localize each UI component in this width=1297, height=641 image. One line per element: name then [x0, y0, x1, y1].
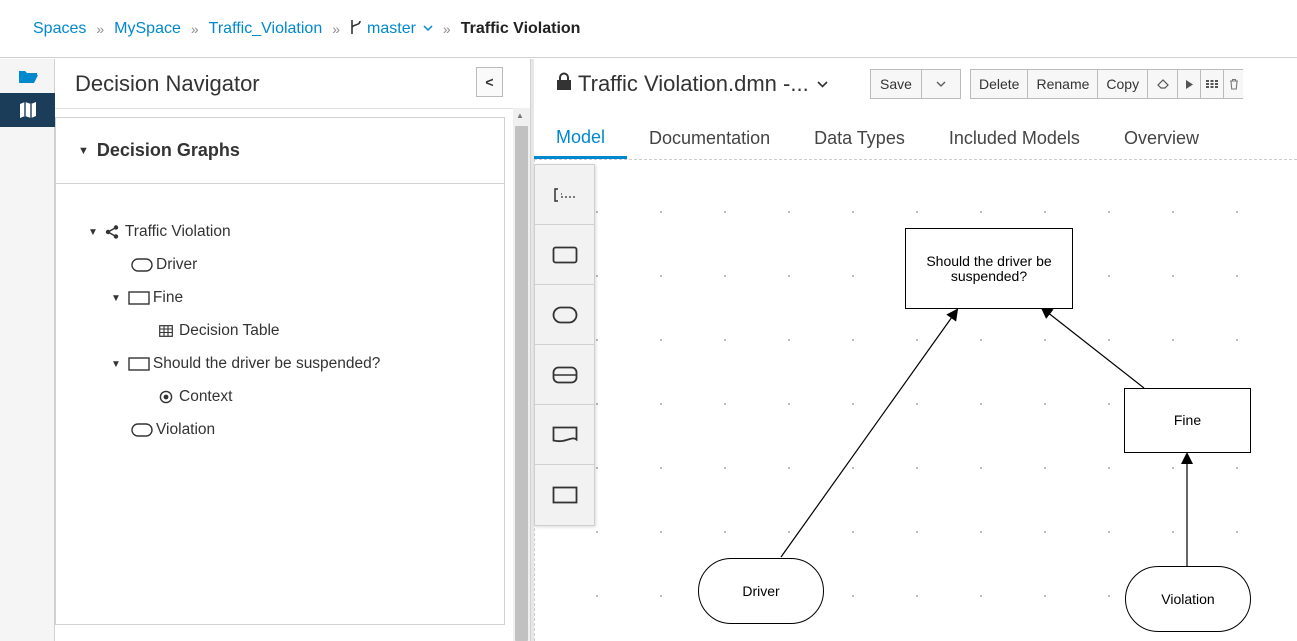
diagram-node-suspended[interactable]: Should the driver be suspended?	[905, 228, 1073, 309]
folder-icon[interactable]	[0, 59, 55, 93]
caret-down-icon[interactable]: ▼	[88, 227, 98, 238]
editor-toolbar: Save Delete Rename Copy	[870, 69, 1244, 99]
breadcrumb-separator: »	[96, 20, 105, 37]
input-data-icon	[131, 258, 153, 272]
rename-button[interactable]: Rename	[1027, 69, 1099, 99]
diagram-node-fine[interactable]: Fine	[1124, 388, 1251, 453]
grid-icon[interactable]	[1200, 69, 1225, 99]
decision-icon	[128, 291, 150, 305]
save-options-dropdown[interactable]	[921, 69, 961, 99]
diagram-node-driver[interactable]: Driver	[698, 558, 824, 624]
diagram-canvas[interactable]: Should the driver be suspended? Fine Dri…	[534, 159, 1297, 641]
text-annotation-tool[interactable]	[535, 165, 594, 225]
left-rail	[0, 59, 55, 641]
table-icon	[159, 325, 173, 337]
play-icon[interactable]	[1177, 69, 1202, 99]
tree-item-suspended[interactable]: ▼ Should the driver be suspended?	[111, 354, 380, 374]
decision-icon	[128, 357, 150, 371]
file-title-text: Traffic Violation.dmn -...	[578, 71, 809, 96]
caret-down-icon[interactable]: ▼	[111, 359, 121, 370]
decision-graphs-header[interactable]: ▼ Decision Graphs	[56, 118, 504, 184]
tree-label: Decision Table	[179, 322, 280, 339]
share-icon	[105, 225, 119, 239]
map-icon[interactable]	[0, 93, 55, 127]
shape-palette	[534, 164, 595, 526]
tab-model[interactable]: Model	[534, 109, 628, 159]
knowledge-source-icon	[552, 426, 577, 442]
chevron-down-icon[interactable]	[817, 77, 828, 91]
breadcrumb-spaces[interactable]: Spaces	[33, 20, 86, 38]
edge-fine-to-suspended	[1040, 306, 1145, 389]
trash-icon[interactable]	[1223, 69, 1244, 99]
tree-item-context[interactable]: Context	[159, 387, 232, 407]
breadcrumb-current: Traffic Violation	[460, 19, 581, 37]
delete-button[interactable]: Delete	[970, 69, 1029, 99]
eraser-icon[interactable]	[1147, 69, 1179, 99]
breadcrumb: Spaces » MySpace » Traffic_Violation » m…	[0, 0, 1297, 58]
branch-icon	[350, 19, 362, 39]
tab-documentation[interactable]: Documentation	[627, 109, 792, 159]
tree-label: Context	[179, 388, 233, 405]
knowledge-tool[interactable]	[535, 405, 594, 465]
scrollbar-thumb[interactable]	[515, 126, 528, 641]
breadcrumb-separator: »	[190, 20, 199, 37]
tree-item-fine[interactable]: ▼ Fine	[111, 288, 183, 308]
breadcrumb-project[interactable]: Traffic_Violation	[209, 20, 323, 38]
tree-label: Fine	[152, 289, 184, 306]
save-button[interactable]: Save	[870, 69, 922, 99]
editor-area: Traffic Violation.dmn -... Save Delete R…	[534, 59, 1297, 641]
caret-down-icon[interactable]: ▼	[111, 293, 121, 304]
decision-tool[interactable]	[535, 225, 594, 285]
breadcrumb-separator: »	[332, 20, 341, 37]
tab-data-types[interactable]: Data Types	[792, 109, 927, 159]
tab-included-models[interactable]: Included Models	[927, 109, 1102, 159]
branch-selector[interactable]: master	[367, 20, 416, 38]
chevron-down-icon	[936, 81, 946, 87]
copy-button[interactable]: Copy	[1097, 69, 1149, 99]
knowledge-source-tool[interactable]	[535, 345, 594, 405]
tree-item-decision-table[interactable]: Decision Table	[159, 321, 280, 341]
decision-navigator-panel: Decision Navigator < ▼ Decision Graphs ▼…	[55, 59, 513, 641]
file-title[interactable]: Traffic Violation.dmn -...	[556, 71, 828, 97]
decision-service-tool[interactable]	[535, 465, 594, 525]
decision-graphs-box: ▼ Decision Graphs ▼ Traffic Violation Dr…	[55, 117, 505, 625]
input-data-icon	[552, 306, 577, 323]
breadcrumb-space[interactable]: MySpace	[114, 20, 181, 38]
navigator-scrollbar[interactable]: ▲	[513, 108, 530, 641]
tree-item-root[interactable]: ▼ Traffic Violation	[88, 222, 231, 242]
tree-label: Should the driver be suspended?	[152, 355, 381, 372]
input-data-tool[interactable]	[535, 285, 594, 345]
navigator-header: Decision Navigator <	[55, 59, 513, 109]
diagram-node-violation[interactable]: Violation	[1125, 566, 1251, 632]
collapse-panel-button[interactable]: <	[476, 67, 503, 97]
tree-label: Traffic Violation	[124, 223, 231, 240]
text-annotation-icon	[553, 187, 575, 202]
lock-icon	[556, 71, 572, 97]
edge-driver-to-suspended	[780, 308, 959, 558]
tree-item-violation[interactable]: Violation	[131, 420, 215, 440]
editor-tabs: Model Documentation Data Types Included …	[534, 109, 1297, 159]
breadcrumb-separator: »	[442, 20, 451, 37]
tree-label: Violation	[156, 421, 216, 438]
decision-service-icon	[552, 486, 577, 504]
tree-item-driver[interactable]: Driver	[131, 255, 197, 275]
chevron-down-icon[interactable]	[423, 23, 433, 35]
context-icon	[159, 390, 173, 404]
scroll-up-icon[interactable]: ▲	[516, 111, 524, 120]
navigator-title: Decision Navigator	[75, 70, 260, 96]
editor-header: Traffic Violation.dmn -... Save Delete R…	[534, 59, 1297, 109]
decision-graphs-title: Decision Graphs	[96, 140, 240, 160]
caret-down-icon: ▼	[78, 144, 89, 157]
tab-overview[interactable]: Overview	[1102, 109, 1221, 159]
tree-label: Driver	[156, 256, 198, 273]
input-data-icon	[131, 423, 153, 437]
bkm-icon	[552, 366, 577, 383]
decision-icon	[552, 246, 577, 263]
